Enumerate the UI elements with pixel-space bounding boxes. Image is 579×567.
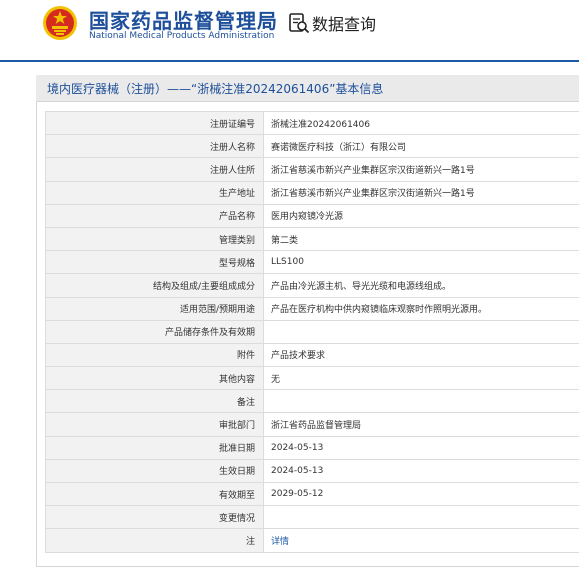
panel-title: 境内医疗器械（注册）——“浙械注准20242061406”基本信息 [47,80,383,97]
details-link[interactable]: 详情 [264,529,579,552]
field-label: 生效日期 [46,459,264,482]
field-value: 产品技术要求 [264,343,579,366]
field-value: 第二类 [264,227,579,250]
table-row: 适用范围/预期用途产品在医疗机构中供内窥镜临床观察时作照明光源用。 [46,297,579,320]
field-value: 产品在医疗机构中供内窥镜临床观察时作照明光源用。 [264,297,579,320]
field-value [264,390,579,413]
table-row: 审批部门浙江省药品监督管理局 [46,413,579,436]
panel-title-bar: 境内医疗器械（注册）——“浙械注准20242061406”基本信息 [36,75,579,102]
field-value: 浙江省药品监督管理局 [264,413,579,436]
data-search-icon [288,12,310,34]
field-value: 浙械注准20242061406 [264,112,579,135]
field-label: 其他内容 [46,367,264,390]
field-label: 注册人名称 [46,135,264,158]
field-label: 注册人住所 [46,158,264,181]
field-label: 产品名称 [46,204,264,227]
table-row: 注详情 [46,529,579,552]
field-label: 注 [46,529,264,552]
table-row: 变更情况 [46,506,579,529]
table-row: 结构及组成/主要组成成分产品由冷光源主机、导光光缆和电源线组成。 [46,274,579,297]
field-label: 备注 [46,390,264,413]
field-label: 变更情况 [46,506,264,529]
field-value: 2024-05-13 [264,459,579,482]
table-row: 管理类别第二类 [46,227,579,250]
field-value: 2024-05-13 [264,436,579,459]
field-label: 批准日期 [46,436,264,459]
field-value: 2029-05-12 [264,483,579,506]
table-row: 注册人住所浙江省慈溪市新兴产业集群区宗汉街道新兴一路1号 [46,158,579,181]
field-value: LLS100 [264,251,579,274]
table-row: 产品储存条件及有效期 [46,320,579,343]
header-divider [0,60,579,62]
registration-info-table: 注册证编号浙械注准20242061406注册人名称赛诺微医疗科技（浙江）有限公司… [45,111,579,553]
table-row: 附件产品技术要求 [46,343,579,366]
table-row: 注册人名称赛诺微医疗科技（浙江）有限公司 [46,135,579,158]
field-value: 浙江省慈溪市新兴产业集群区宗汉街道新兴一路1号 [264,158,579,181]
field-label: 有效期至 [46,483,264,506]
field-label: 生产地址 [46,181,264,204]
field-label: 审批部门 [46,413,264,436]
site-subtitle: National Medical Products Administration [89,31,274,41]
field-label: 注册证编号 [46,112,264,135]
field-label: 型号规格 [46,251,264,274]
table-row: 注册证编号浙械注准20242061406 [46,112,579,135]
table-row: 有效期至2029-05-12 [46,483,579,506]
field-value: 浙江省慈溪市新兴产业集群区宗汉街道新兴一路1号 [264,181,579,204]
field-value: 无 [264,367,579,390]
table-row: 其他内容无 [46,367,579,390]
table-row: 生效日期2024-05-13 [46,459,579,482]
table-row: 产品名称医用内窥镜冷光源 [46,204,579,227]
national-emblem-icon [42,5,78,41]
table-row: 备注 [46,390,579,413]
field-value [264,506,579,529]
site-title: 国家药品监督管理局 [89,5,278,34]
field-value: 赛诺微医疗科技（浙江）有限公司 [264,135,579,158]
field-value [264,320,579,343]
field-label: 结构及组成/主要组成成分 [46,274,264,297]
site-header: 国家药品监督管理局 National Medical Products Admi… [0,0,579,60]
data-query-link[interactable]: 数据查询 [288,11,376,35]
field-label: 适用范围/预期用途 [46,297,264,320]
field-label: 附件 [46,343,264,366]
field-value: 产品由冷光源主机、导光光缆和电源线组成。 [264,274,579,297]
field-value: 医用内窥镜冷光源 [264,204,579,227]
table-row: 生产地址浙江省慈溪市新兴产业集群区宗汉街道新兴一路1号 [46,181,579,204]
field-label: 产品储存条件及有效期 [46,320,264,343]
table-row: 批准日期2024-05-13 [46,436,579,459]
field-label: 管理类别 [46,227,264,250]
data-query-label: 数据查询 [312,11,376,35]
table-row: 型号规格LLS100 [46,251,579,274]
